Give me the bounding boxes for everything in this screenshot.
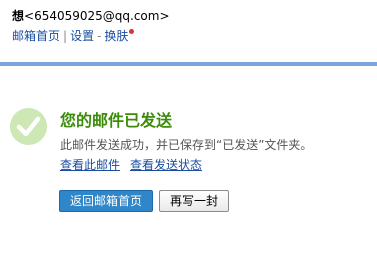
user-email: <654059025@qq.com> [24, 9, 170, 23]
page-title: 您的邮件已发送 [60, 111, 173, 130]
top-nav: 邮箱首页 | 设置 - 换肤 [12, 28, 170, 44]
action-buttons: 返回邮箱首页 再写一封 [59, 190, 230, 212]
user-name: 想 [12, 9, 25, 23]
view-status-link[interactable]: 查看发送状态 [130, 158, 202, 172]
user-identity: 想<654059025@qq.com> [12, 8, 170, 24]
nav-dash: - [97, 29, 102, 43]
back-to-mailbox-button[interactable]: 返回邮箱首页 [59, 190, 154, 212]
view-mail-link[interactable]: 查看此邮件 [60, 158, 120, 172]
mailbox-home-link[interactable]: 邮箱首页 [12, 29, 60, 43]
send-result: 您的邮件已发送 此邮件发送成功，并已保存到“已发送”文件夹。 查看此邮件 查看发送… [60, 110, 312, 173]
notification-dot [129, 29, 135, 34]
change-skin-link[interactable]: 换肤 [104, 29, 128, 43]
header-divider [0, 62, 377, 66]
account-header: 想<654059025@qq.com> 邮箱首页 | 设置 - 换肤 [12, 8, 170, 44]
result-description: 此邮件发送成功，并已保存到“已发送”文件夹。 [60, 138, 313, 152]
write-another-button[interactable]: 再写一封 [159, 190, 230, 212]
nav-separator: | [63, 29, 68, 43]
result-links: 查看此邮件 查看发送状态 [60, 157, 312, 173]
settings-link[interactable]: 设置 [70, 29, 94, 43]
success-check-icon [10, 108, 47, 145]
